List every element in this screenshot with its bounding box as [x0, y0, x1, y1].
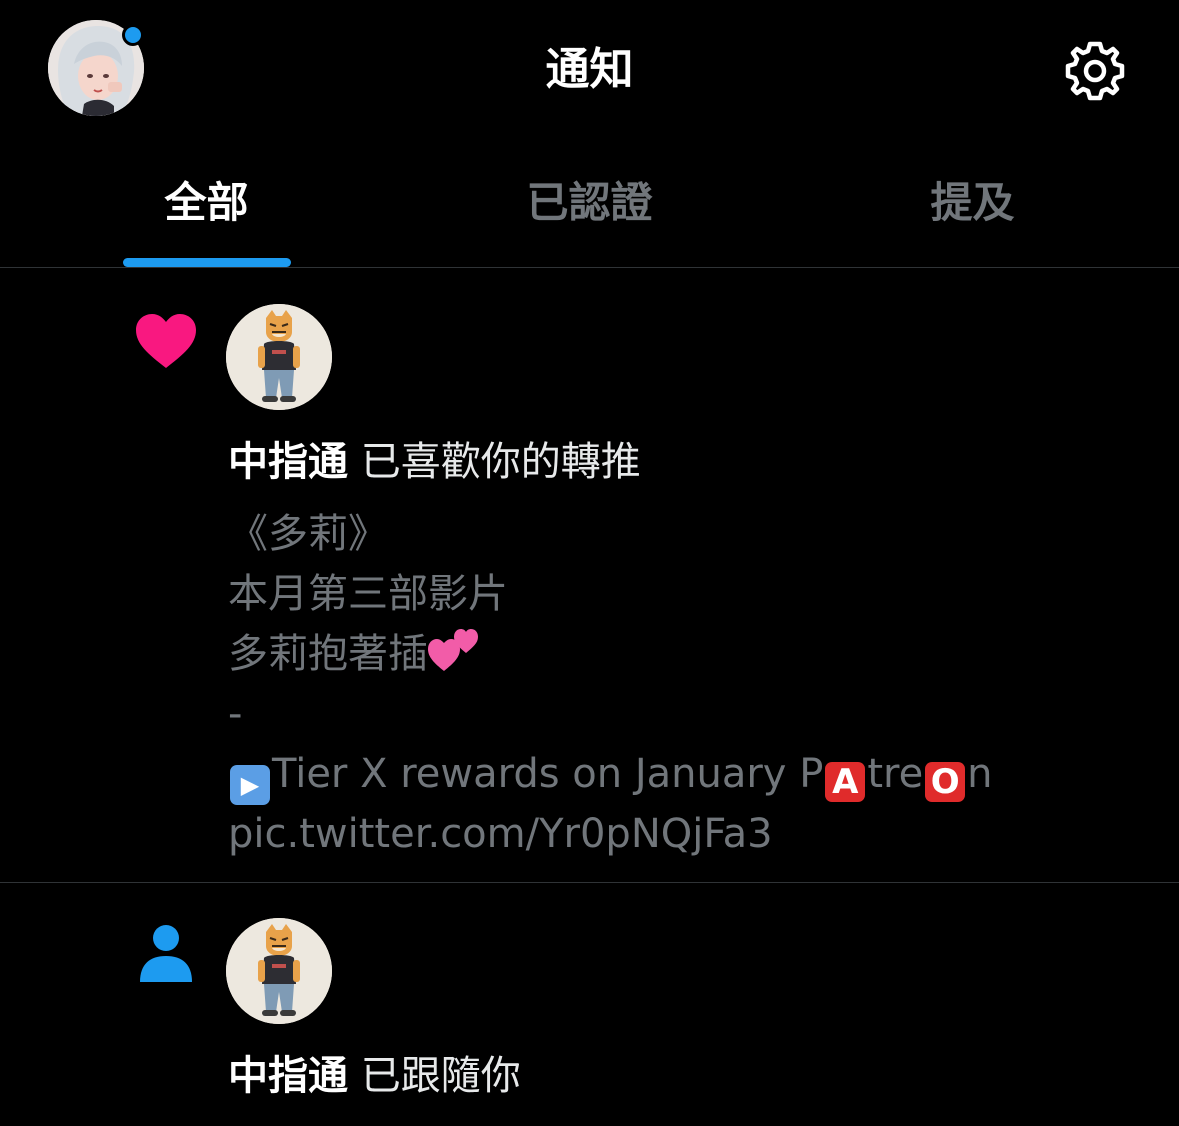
- user-avatar[interactable]: [226, 918, 332, 1024]
- settings-button[interactable]: [1060, 36, 1130, 106]
- letter-a-emoji: A: [825, 762, 866, 802]
- tab-mentions[interactable]: 提及: [776, 140, 1169, 267]
- notification-headline: 中指通 已跟隨你: [228, 1048, 521, 1104]
- user-name[interactable]: 中指通: [228, 1053, 348, 1099]
- tab-all[interactable]: 全部: [10, 140, 403, 267]
- preview-text: tre: [867, 751, 924, 797]
- preview-link[interactable]: pic.twitter.com/Yr0pNQjFa3: [228, 804, 1128, 864]
- heart-icon: [136, 314, 196, 368]
- preview-line: ▶ Tier X rewards on January P Atre On: [228, 744, 1128, 805]
- preview-line: 多莉抱著插: [228, 624, 1128, 684]
- tab-label: 提及: [930, 178, 1015, 227]
- preview-line: 《多莉》: [228, 511, 388, 557]
- page-title: 通知: [545, 44, 634, 95]
- tab-verified[interactable]: 已認證: [393, 140, 786, 267]
- tweet-preview[interactable]: 《多莉》 本月第三部影片 多莉抱著插 - ▶ Tier X rewards on …: [228, 504, 1128, 864]
- letter-o-emoji: O: [925, 762, 966, 802]
- preview-text: Tier X rewards on January P: [272, 751, 824, 797]
- active-tab-indicator: [123, 258, 291, 267]
- person-icon: [140, 925, 192, 982]
- notification-tabs: 全部 已認證 提及: [0, 140, 1179, 268]
- gear-icon: [1065, 41, 1125, 101]
- tab-label: 已認證: [526, 178, 653, 227]
- notification-action: 已喜歡你的轉推: [360, 439, 641, 485]
- notification-item[interactable]: 中指通 已喜歡你的轉推 《多莉》 本月第三部影片 多莉抱著插 - ▶ Tier X…: [0, 268, 1179, 883]
- two-hearts-emoji: [428, 629, 478, 671]
- preview-text: n: [967, 751, 993, 797]
- preview-text: 多莉抱著插: [228, 631, 428, 677]
- notification-headline: 中指通 已喜歡你的轉推: [228, 434, 641, 490]
- user-name[interactable]: 中指通: [228, 439, 348, 485]
- preview-line: 本月第三部影片: [228, 571, 508, 617]
- preview-line: -: [228, 691, 243, 737]
- notification-item[interactable]: 中指通 已跟隨你: [0, 884, 1179, 1126]
- top-bar: 通知: [0, 0, 1179, 140]
- play-button-emoji: ▶: [230, 765, 270, 805]
- user-avatar[interactable]: [226, 304, 332, 410]
- tab-label: 全部: [164, 178, 249, 227]
- notification-action: 已跟隨你: [360, 1053, 521, 1099]
